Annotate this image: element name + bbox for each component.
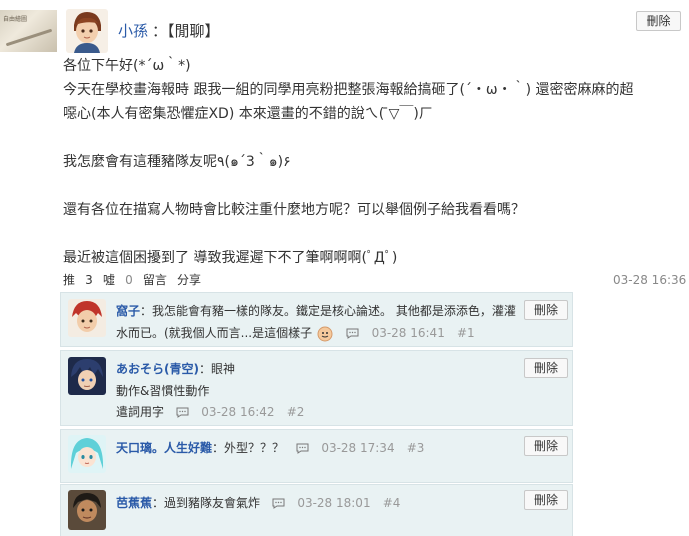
delete-comment-button[interactable]: 刪除 [524, 358, 568, 378]
comment-text-continued: 遣詞用字 [116, 405, 165, 419]
delete-post-button[interactable]: 刪除 [636, 11, 681, 31]
post-action-bar: 推 3 噓 0 留言 分享 [63, 271, 201, 288]
comment-text-continued: 水而已。(就我個人而言...是這個樣子 [116, 326, 313, 340]
commenter-name[interactable]: 窩子 [116, 304, 140, 318]
delete-comment-button[interactable]: 刪除 [524, 490, 568, 510]
comment-time: 03-28 16:41 [371, 326, 445, 340]
comment-time: 03-28 17:34 [321, 441, 395, 455]
post-body-line-1: 各位下午好(*´ω｀*) [63, 58, 191, 74]
comment-item: 天口璃。人生好難：外型？？？ 03-28 17:34 #3 刪除 [60, 429, 573, 483]
comment-text: ：過到豬隊友會氣炸 [152, 496, 261, 510]
share-button[interactable]: 分享 [177, 273, 201, 287]
commenter-name[interactable]: 天口璃。人生好難 [116, 441, 212, 455]
header-separator: ： [152, 22, 168, 40]
post-body-line-5: 我怎麼會有這種豬隊友呢٩(๑´3｀๑)۶ [63, 154, 291, 170]
sticker-emoji [316, 326, 334, 342]
reply-bubble-icon[interactable] [176, 407, 189, 418]
comment-floor[interactable]: #4 [383, 496, 401, 510]
commenter-avatar[interactable] [68, 299, 106, 337]
post-timestamp: 03-28 16:36 [613, 273, 687, 287]
reply-bubble-icon[interactable] [346, 328, 359, 339]
commenter-avatar[interactable] [68, 490, 106, 530]
comment-text: ：眼神 [198, 362, 235, 376]
post-category: 【閒聊】 [167, 22, 220, 40]
comment-text: ：外型？？？ [212, 441, 285, 455]
comment-time: 03-28 18:01 [297, 496, 371, 510]
comment-text: ：我怎能會有豬一樣的隊友。鐵定是核心論述。 其他都是添添色，灌灌 [140, 304, 516, 318]
author-avatar[interactable] [66, 9, 108, 53]
author-name[interactable]: 小孫 [118, 22, 148, 40]
comment-floor[interactable]: #2 [287, 405, 305, 419]
comment-floor[interactable]: #1 [457, 326, 475, 340]
post-body-line-9: 最近被這個困擾到了 導致我遲遲下不了筆啊啊啊(ﾟДﾟ) [63, 250, 398, 266]
comment-floor[interactable]: #3 [407, 441, 425, 455]
post-body-line-7: 還有各位在描寫人物時會比較注重什麼地方呢？可以舉個例子給我看看嗎？ [63, 202, 525, 218]
delete-comment-button[interactable]: 刪除 [524, 436, 568, 456]
comment-time: 03-28 16:42 [201, 405, 275, 419]
commenter-name[interactable]: 芭蕉蕉 [116, 496, 152, 510]
boo-button[interactable]: 噓 [103, 273, 115, 287]
push-button[interactable]: 推 [63, 273, 75, 287]
reply-bubble-icon[interactable] [272, 498, 285, 509]
delete-comment-button[interactable]: 刪除 [524, 300, 568, 320]
comment-item: 芭蕉蕉：過到豬隊友會氣炸 03-28 18:01 #4 刪除 [60, 484, 573, 536]
post-header: 小孫 ：【閒聊】 [118, 20, 220, 41]
post-body-line-2: 今天在學校畫海報時 跟我一組的同學用亮粉把整張海報給搞砸了(´・ω・｀) 還密密… [63, 82, 634, 98]
push-count: 3 [85, 273, 93, 287]
reply-button[interactable]: 留言 [143, 273, 167, 287]
comment-item: 窩子：我怎能會有豬一樣的隊友。鐵定是核心論述。 其他都是添添色，灌灌 水而已。(… [60, 292, 573, 347]
commenter-name[interactable]: あおそら(青空) [116, 362, 199, 376]
commenter-avatar[interactable] [68, 357, 106, 395]
boo-count: 0 [125, 273, 133, 287]
comment-text-continued: 動作&習慣性動作 [116, 384, 210, 398]
board-thumbnail[interactable]: 自由繪圖 [0, 10, 57, 52]
comment-item: あおそら(青空)：眼神 動作&習慣性動作 遣詞用字 03-28 16:42 #2… [60, 350, 573, 426]
commenter-avatar[interactable] [68, 435, 106, 473]
reply-bubble-icon[interactable] [296, 443, 309, 454]
post-body-line-3: 噁心(本人有密集恐懼症XD) 本來還畫的不錯的說ㄟ( ̄▽￣)ㄏ [63, 106, 433, 122]
